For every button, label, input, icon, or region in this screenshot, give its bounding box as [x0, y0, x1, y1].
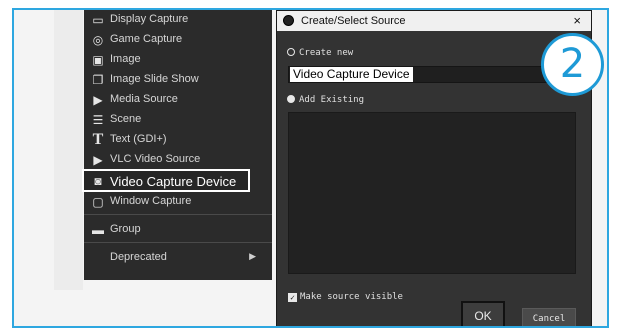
- menu-item-image-slide-show[interactable]: ❐ Image Slide Show: [84, 70, 272, 90]
- image-icon: ▣: [92, 53, 104, 67]
- ok-button[interactable]: OK: [461, 301, 505, 326]
- menu-item-vlc-video-source[interactable]: ▶ VLC Video Source: [84, 150, 272, 170]
- menu-item-label: Game Capture: [110, 33, 183, 45]
- slideshow-icon: ❐: [92, 73, 104, 87]
- cancel-button[interactable]: Cancel: [522, 308, 576, 326]
- menu-separator: [84, 242, 272, 243]
- camera-icon: ◙: [94, 174, 102, 188]
- menu-item-label: Group: [110, 223, 141, 235]
- menu-item-video-capture-device[interactable]: ◙ Video Capture Device: [82, 169, 250, 192]
- dialog-title: Create/Select Source: [301, 15, 406, 27]
- obs-logo-icon: [283, 15, 294, 26]
- menu-item-image[interactable]: ▣ Image: [84, 50, 272, 70]
- dialog-titlebar: Create/Select Source ×: [277, 11, 591, 31]
- radio-selected-icon: [287, 95, 295, 103]
- create-new-label: Create new: [299, 48, 354, 58]
- menu-item-scene[interactable]: ☰ Scene: [84, 110, 272, 130]
- checkmark-icon: ✓: [288, 293, 297, 302]
- menu-item-label: Deprecated: [110, 251, 167, 263]
- menu-item-label: Scene: [110, 113, 142, 125]
- menu-item-media-source[interactable]: ▶ Media Source: [84, 90, 272, 110]
- menu-item-group[interactable]: ▬ Group: [84, 220, 272, 240]
- gamepad-icon: ◎: [92, 33, 104, 47]
- menu-item-label: Display Capture: [110, 13, 189, 25]
- add-source-menu: ▭ Display Capture ◎ Game Capture ▣ Image…: [82, 10, 272, 280]
- screenshot-frame: ▭ Display Capture ◎ Game Capture ▣ Image…: [12, 8, 609, 328]
- add-existing-radio[interactable]: Add Existing: [287, 95, 364, 105]
- step-number-badge: 2: [541, 33, 604, 96]
- play-icon: ▶: [93, 93, 103, 107]
- menu-item-label: Video Capture Device: [110, 174, 237, 189]
- menu-item-deprecated[interactable]: Deprecated ▶: [84, 248, 272, 268]
- menu-item-label: Media Source: [110, 93, 178, 105]
- window-icon: ▢: [92, 195, 104, 209]
- menu-item-label: Text (GDI+): [110, 133, 167, 145]
- play-icon: ▶: [93, 153, 103, 167]
- menu-separator: [84, 214, 272, 215]
- menu-item-window-capture[interactable]: ▢ Window Capture: [84, 192, 272, 212]
- create-new-radio[interactable]: Create new: [287, 48, 353, 58]
- make-source-visible-checkbox[interactable]: ✓ Make source visible: [288, 292, 403, 302]
- menu-item-label: Image Slide Show: [110, 73, 199, 85]
- menu-item-label: Window Capture: [110, 195, 192, 207]
- menu-item-text-gdi[interactable]: T Text (GDI+): [84, 130, 272, 150]
- menu-item-display-capture[interactable]: ▭ Display Capture: [84, 10, 272, 30]
- monitor-icon: ▭: [92, 13, 104, 27]
- chevron-right-icon: ▶: [249, 251, 256, 261]
- source-name-value: Video Capture Device: [290, 67, 413, 82]
- list-icon: ☰: [92, 113, 104, 127]
- add-existing-label: Add Existing: [299, 95, 365, 105]
- radio-unselected-icon: [287, 48, 295, 56]
- menu-item-game-capture[interactable]: ◎ Game Capture: [84, 30, 272, 50]
- menu-item-label: VLC Video Source: [110, 153, 201, 165]
- menu-item-label: Image: [110, 53, 141, 65]
- existing-sources-list[interactable]: [288, 112, 576, 274]
- make-visible-label: Make source visible: [300, 292, 403, 302]
- folder-icon: ▬: [92, 223, 104, 237]
- text-icon: T: [92, 131, 104, 148]
- source-name-input[interactable]: Video Capture Device: [288, 66, 576, 83]
- background-strip: [54, 10, 83, 290]
- close-icon[interactable]: ×: [573, 13, 581, 28]
